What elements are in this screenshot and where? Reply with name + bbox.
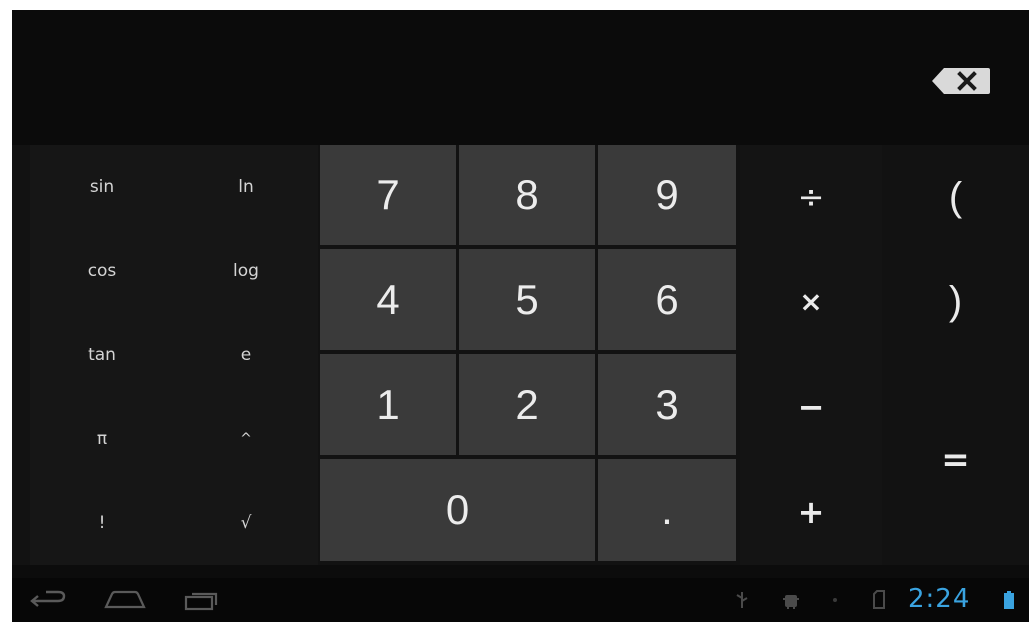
factorial-button[interactable]: ! <box>30 481 174 565</box>
dot-icon <box>833 598 837 602</box>
plus-button[interactable]: + <box>740 459 882 565</box>
equals-button[interactable]: = <box>882 354 1029 565</box>
usb-status <box>732 590 752 610</box>
cos-button[interactable]: cos <box>30 229 174 313</box>
pi-button[interactable]: π <box>30 397 174 481</box>
power-button[interactable]: ^ <box>174 397 318 481</box>
digit-0-button[interactable]: 0 <box>320 459 595 561</box>
digit-8-button[interactable]: 8 <box>459 145 595 245</box>
sd-card-icon <box>873 590 885 609</box>
battery-status <box>1002 590 1016 610</box>
e-button[interactable]: e <box>174 313 318 397</box>
open-paren-button[interactable]: ( <box>882 145 1029 249</box>
paren-column: ( ) = <box>882 145 1029 565</box>
close-paren-button[interactable]: ) <box>882 249 1029 354</box>
recents-icon <box>184 592 218 611</box>
back-button[interactable] <box>26 588 70 612</box>
minus-button[interactable]: − <box>740 354 882 459</box>
calculator-screen: sin ln cos log tan e π ^ ! √ 7 8 9 4 5 6… <box>12 10 1029 622</box>
divide-button[interactable]: ÷ <box>740 145 882 249</box>
digit-5-button[interactable]: 5 <box>459 249 595 350</box>
notification-dot <box>830 590 840 610</box>
status-clock: 2:24 <box>908 584 971 614</box>
digit-3-button[interactable]: 3 <box>598 354 736 455</box>
digit-9-button[interactable]: 9 <box>598 145 736 245</box>
advanced-panel: sin ln cos log tan e π ^ ! √ <box>30 145 318 565</box>
digit-4-button[interactable]: 4 <box>320 249 456 350</box>
sqrt-button[interactable]: √ <box>174 481 318 565</box>
home-icon <box>104 590 146 609</box>
keypad: sin ln cos log tan e π ^ ! √ 7 8 9 4 5 6… <box>12 145 1029 565</box>
ln-button[interactable]: ln <box>174 145 318 229</box>
digit-7-button[interactable]: 7 <box>320 145 456 245</box>
delete-button[interactable] <box>930 66 992 96</box>
tan-button[interactable]: tan <box>30 313 174 397</box>
usb-icon <box>736 592 748 608</box>
decimal-button[interactable]: . <box>598 459 736 561</box>
debug-status <box>780 590 802 610</box>
log-button[interactable]: log <box>174 229 318 313</box>
android-debug-icon <box>783 595 799 609</box>
operator-column: ÷ × − + <box>740 145 882 565</box>
multiply-button[interactable]: × <box>740 249 882 354</box>
back-icon <box>30 590 66 607</box>
sin-button[interactable]: sin <box>30 145 174 229</box>
display-area <box>12 10 1029 145</box>
home-button[interactable] <box>100 588 150 612</box>
recents-button[interactable] <box>180 588 224 612</box>
battery-icon <box>1004 591 1014 609</box>
sd-status <box>870 590 888 610</box>
digit-2-button[interactable]: 2 <box>459 354 595 455</box>
digit-6-button[interactable]: 6 <box>598 249 736 350</box>
backspace-icon <box>932 68 990 94</box>
system-nav-bar: 2:24 <box>12 578 1029 622</box>
digit-1-button[interactable]: 1 <box>320 354 456 455</box>
